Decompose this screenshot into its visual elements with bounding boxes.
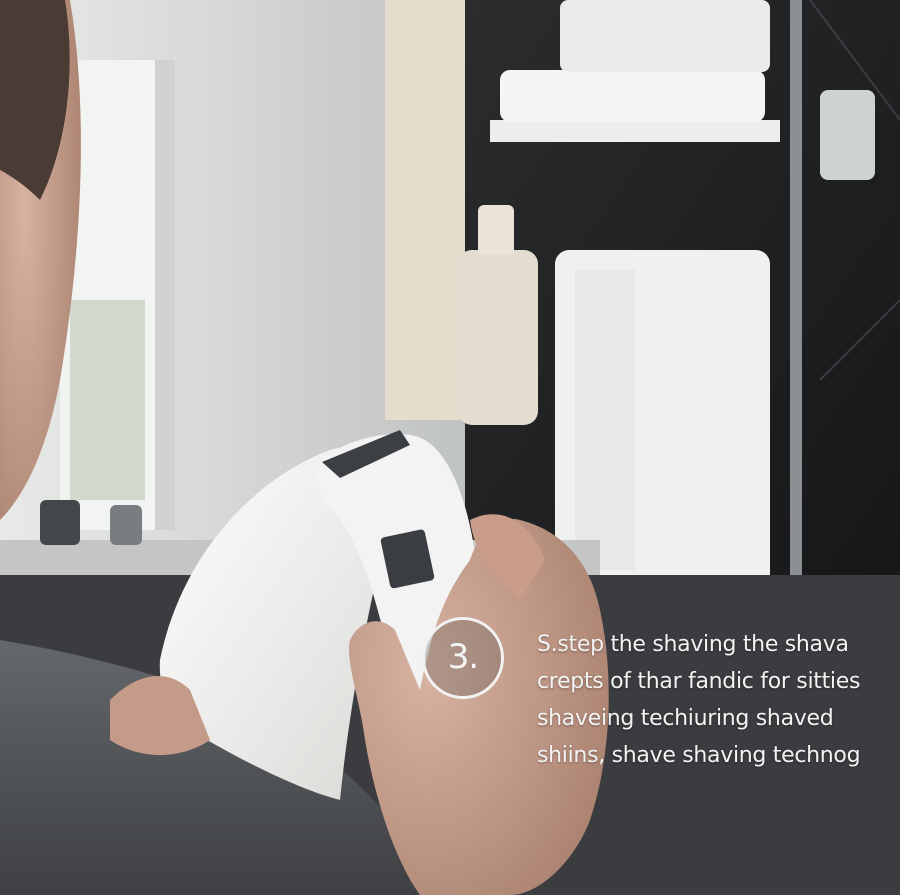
caption-line: shiins, shave shaving technog bbox=[537, 743, 861, 768]
photo-scene: 3. S.step the shaving the shava crepts o… bbox=[0, 0, 900, 895]
caption-line: S.step the shaving the shava bbox=[537, 632, 849, 657]
caption-line: shaveing techiuring shaved bbox=[537, 706, 834, 731]
step-caption: S.step the shaving the shava crepts of t… bbox=[537, 626, 900, 774]
caption-line: crepts of thar fandic for sitties bbox=[537, 669, 861, 694]
step-number: 3. bbox=[447, 637, 479, 677]
step-number-badge: 3. bbox=[422, 617, 504, 699]
